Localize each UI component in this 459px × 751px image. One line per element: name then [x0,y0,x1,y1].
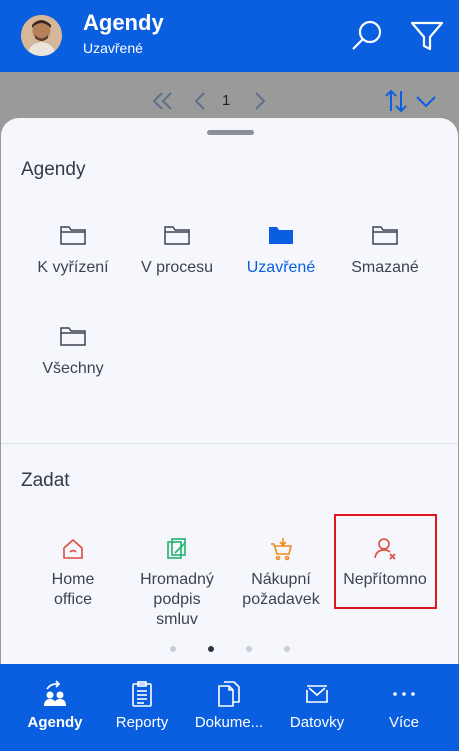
data-box-icon [306,685,328,703]
action-label-line: požadavek [242,591,320,608]
agenda-vsechny[interactable]: Všechny [23,323,123,379]
filter-icon[interactable] [409,18,445,54]
tab-dokumenty[interactable]: Dokume... [183,664,275,751]
cart-icon [271,538,292,561]
agenda-uzavrene[interactable]: Uzavřené [231,222,331,278]
tab-agendy[interactable]: Agendy [9,664,101,751]
agenda-label: Všechny [42,360,104,377]
create-section-title: Zadat [21,470,70,491]
tab-label: Datovky [289,714,345,731]
agendas-section-title: Agendy [21,159,86,180]
action-label-line: Home [51,571,95,588]
more-icon [393,692,415,696]
chevron-down-icon[interactable] [413,86,439,116]
agenda-label: V procesu [140,259,214,276]
chevron-right-icon[interactable] [250,86,270,116]
agenda-label: K vyřízení [37,259,109,276]
sort-arrows-icon[interactable] [383,86,409,116]
chevron-left-icon[interactable] [190,86,210,116]
avatar[interactable] [21,15,62,56]
home-icon [63,539,83,559]
action-home-office[interactable]: Home office [23,536,123,610]
tab-label: Reporty [115,714,169,731]
page-dot-active[interactable] [208,646,214,652]
action-label-line: smluv [156,611,198,628]
tab-label: Dokume... [194,714,264,731]
action-nakupni-pozadavek[interactable]: Nákupní požadavek [231,536,331,610]
page-number: 1 [222,92,231,109]
agenda-label: Smazané [351,259,419,276]
action-label-line: podpis [153,591,201,608]
agenda-v-procesu[interactable]: V procesu [127,222,227,278]
tab-datovky[interactable]: Datovky [271,664,363,751]
tab-label: Více [388,714,419,731]
folder-icon [60,327,86,346]
bottom-tab-bar: Agendy Reporty Dokume... Datovky Více [0,664,459,751]
folder-icon [60,226,86,245]
page-dot[interactable] [246,646,252,652]
action-label-line: office [54,591,92,608]
folder-icon [164,226,190,245]
section-divider [1,443,458,444]
agenda-label: Uzavřené [246,259,316,276]
drag-handle[interactable] [207,130,254,135]
tab-vice[interactable]: Více [358,664,450,751]
bulk-sign-icon [167,538,186,559]
bottom-sheet: Agendy K vyřízení V procesu Uzavřené Sma… [1,118,458,678]
folder-icon [372,226,398,245]
search-icon[interactable] [349,18,385,54]
app-header: Agendy Uzavřené [0,0,459,72]
agenda-smazane[interactable]: Smazané [335,222,435,278]
action-hromadny-podpis[interactable]: Hromadný podpis smluv [127,536,227,630]
clipboard-icon [132,681,152,707]
tab-reporty[interactable]: Reporty [96,664,188,751]
pager-dots [166,646,296,656]
action-label-line: Hromadný [140,571,214,588]
documents-icon [218,681,240,707]
page-title: Agendy [83,10,164,35]
agenda-k-vyrizeni[interactable]: K vyřízení [23,222,123,278]
page-subtitle: Uzavřené [83,40,143,56]
page-dot[interactable] [284,646,290,652]
double-chevron-left-icon[interactable] [149,86,175,116]
agendas-icon [44,680,66,706]
highlight-box [334,514,437,609]
action-label-line: Nákupní [251,571,311,588]
avatar-image [21,15,62,56]
page-dot[interactable] [170,646,176,652]
folder-filled-icon [269,227,293,244]
tab-label: Agendy [27,714,83,731]
